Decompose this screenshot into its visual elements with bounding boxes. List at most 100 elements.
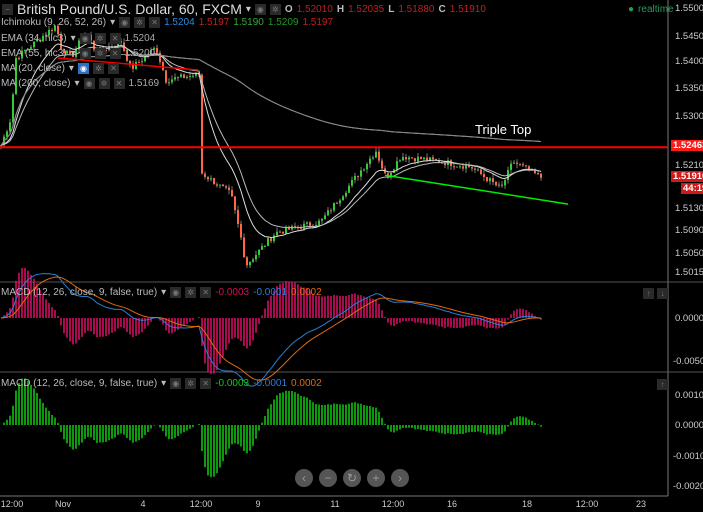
chart-canvas[interactable] xyxy=(0,0,703,512)
candle xyxy=(213,178,215,185)
indicator-label: MA (20, close) xyxy=(1,63,65,74)
gear-icon[interactable]: ✲ xyxy=(185,378,197,389)
indicator-ema55[interactable]: EMA (55, hlc3) ▾ ◉ ✲ ✕ 1.5200 xyxy=(1,48,155,59)
status-dot-icon: ● xyxy=(628,4,635,15)
collapse-icon[interactable]: − xyxy=(2,3,13,15)
time-axis-label: 23 xyxy=(635,499,647,509)
close-icon[interactable]: ✕ xyxy=(109,48,121,59)
candle xyxy=(354,175,356,180)
gear-icon[interactable]: ✲ xyxy=(94,33,106,44)
eye-icon[interactable]: ◉ xyxy=(77,63,89,74)
candle xyxy=(348,185,350,193)
close-icon[interactable]: ✕ xyxy=(149,17,161,28)
candle xyxy=(6,131,8,137)
candle xyxy=(270,238,272,242)
candle xyxy=(309,222,311,226)
time-axis-label: 16 xyxy=(446,499,458,509)
value: 0.0002 xyxy=(291,287,322,298)
indicator-ema34[interactable]: EMA (34, hlc3) ▾ ◉ ✲ ✕ 1.5204 xyxy=(1,33,155,44)
value: 0.0002 xyxy=(291,378,322,389)
candle xyxy=(183,74,185,79)
dropdown-icon[interactable]: ▾ xyxy=(246,4,251,15)
candle xyxy=(405,157,407,160)
candle xyxy=(456,166,458,168)
price-axis-label: 1.50150 xyxy=(675,267,703,278)
close-icon[interactable]: ✕ xyxy=(109,33,121,44)
candle xyxy=(408,157,410,160)
symbol-legend: − British Pound/U.S. Dollar, 60, FXCM ▾ … xyxy=(2,1,486,17)
move-up-icon[interactable]: ↑ xyxy=(657,379,668,390)
candle xyxy=(276,231,278,236)
eye-icon[interactable]: ◉ xyxy=(83,78,95,89)
candle xyxy=(378,151,380,161)
time-axis-label: Nov xyxy=(54,499,72,509)
h-label: H xyxy=(336,3,345,15)
indicator-label: MACD (12, 26, close, 9, false, true) xyxy=(1,378,158,389)
scroll-right-button[interactable]: › xyxy=(391,469,409,487)
candle xyxy=(399,160,401,162)
eye-icon[interactable]: ◉ xyxy=(170,378,182,389)
time-axis-label: 18 xyxy=(521,499,533,509)
close-icon[interactable]: ✕ xyxy=(113,78,125,89)
candle xyxy=(453,166,455,168)
macd1-legend[interactable]: MACD (12, 26, close, 9, false, true) ▾ ◉ ✲ ✕… xyxy=(1,287,322,298)
gear-icon[interactable]: ✲ xyxy=(134,17,146,28)
candle xyxy=(246,257,248,266)
scroll-left-button[interactable]: ‹ xyxy=(295,469,313,487)
candle xyxy=(360,170,362,177)
value: 1.5200 xyxy=(124,48,156,59)
move-down-icon[interactable]: ↓ xyxy=(657,288,668,299)
eye-icon[interactable]: ◉ xyxy=(119,17,131,28)
eye-icon[interactable]: ◉ xyxy=(79,33,91,44)
zoom-in-button[interactable]: + xyxy=(367,469,385,487)
candle xyxy=(492,178,494,182)
macd2-legend[interactable]: MACD (12, 26, close, 9, false, true) ▾ ◉ ✲ ✕… xyxy=(1,378,322,389)
candle xyxy=(330,210,332,212)
indicator-ma200[interactable]: MA (200, close) ▾ ◉ ✲ ✕ 1.5169 xyxy=(1,78,159,89)
candle xyxy=(192,75,194,77)
time-axis-label: 12:00 xyxy=(0,499,24,509)
eye-icon[interactable]: ◉ xyxy=(79,48,91,59)
candle xyxy=(483,174,485,178)
eye-icon[interactable]: ◉ xyxy=(170,287,182,298)
candle xyxy=(306,222,308,224)
indicator-ichimoku[interactable]: Ichimoku (9, 26, 52, 26) ▾ ◉ ✲ ✕ 1.5204 1.519… xyxy=(1,17,333,28)
price-axis-label: 1.50900 xyxy=(675,225,703,236)
close-icon[interactable]: ✕ xyxy=(200,287,212,298)
eye-icon[interactable]: ◉ xyxy=(254,3,266,15)
realtime-status: ● realtime xyxy=(628,4,674,15)
zoom-out-button[interactable]: − xyxy=(319,469,337,487)
reset-chart-button[interactable]: ↻ xyxy=(343,469,361,487)
price-axis-label: 1.55000 xyxy=(675,3,703,14)
candle xyxy=(342,196,344,201)
close-icon[interactable]: ✕ xyxy=(107,63,119,74)
candle xyxy=(432,157,434,160)
candle xyxy=(498,184,500,186)
support-trendline xyxy=(384,174,569,205)
move-up-icon[interactable]: ↑ xyxy=(643,288,654,299)
candle xyxy=(540,173,542,178)
candle xyxy=(129,60,131,64)
gear-icon[interactable]: ✲ xyxy=(92,63,104,74)
candle xyxy=(519,163,521,165)
candle xyxy=(423,157,425,160)
indicator-label: Ichimoku (9, 26, 52, 26) xyxy=(1,17,107,28)
time-axis-label: 11 xyxy=(330,499,340,509)
gear-icon[interactable]: ✲ xyxy=(269,3,281,15)
candle xyxy=(165,70,167,83)
candle xyxy=(345,192,347,197)
close-icon[interactable]: ✕ xyxy=(200,378,212,389)
open-value: 1.52010 xyxy=(296,3,333,15)
candle xyxy=(141,61,143,63)
low-value: 1.51880 xyxy=(398,3,435,15)
gear-icon[interactable]: ✲ xyxy=(94,48,106,59)
symbol-title[interactable]: British Pound/U.S. Dollar, 60, FXCM xyxy=(17,1,242,17)
candle xyxy=(501,184,503,186)
gear-icon[interactable]: ✲ xyxy=(185,287,197,298)
triple-top-annotation[interactable]: Triple Top xyxy=(475,122,531,137)
candle xyxy=(426,157,428,161)
indicator-ma20[interactable]: MA (20, close) ▾ ◉ ✲ ✕ xyxy=(1,63,119,74)
gear-icon[interactable]: ✲ xyxy=(98,78,110,89)
candle xyxy=(210,178,212,180)
candle xyxy=(504,180,506,186)
